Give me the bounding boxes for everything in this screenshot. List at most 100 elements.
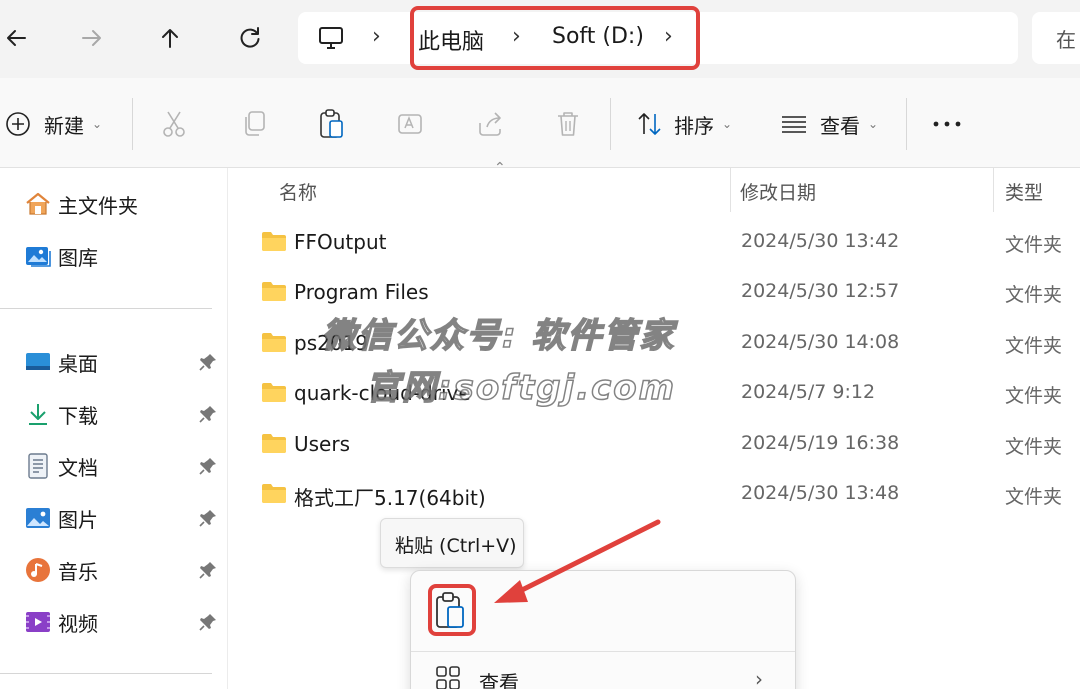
home-icon (24, 190, 52, 218)
column-header-modified[interactable]: 修改日期 (740, 178, 816, 205)
toolbar-divider (906, 98, 907, 150)
toolbar-divider (132, 98, 133, 150)
column-divider[interactable] (730, 168, 731, 212)
sort-button[interactable]: 排序 ⌄ (636, 104, 732, 144)
view-button[interactable]: 查看 ⌄ (780, 104, 878, 144)
pin-icon[interactable] (198, 404, 218, 424)
paste-tooltip: 粘贴 (Ctrl+V) (380, 518, 524, 568)
column-header-row: 名称 修改日期 类型 (229, 168, 1080, 214)
file-type: 文件夹 (1005, 385, 1063, 407)
sidebar-divider (0, 673, 212, 674)
sort-arrows-icon (636, 110, 664, 138)
table-row[interactable]: 格式工厂5.17(64bit) 2024/5/30 13:48 文件夹 (229, 470, 1080, 520)
chevron-down-icon: ⌄ (868, 117, 879, 131)
refresh-button[interactable] (228, 16, 272, 60)
sidebar-item-home[interactable]: 主文件夹 (24, 186, 224, 222)
breadcrumb-chevron-icon[interactable]: › (372, 24, 381, 49)
column-header-type[interactable]: 类型 (1005, 178, 1043, 205)
new-label: 新建 (44, 113, 84, 138)
search-placeholder: 在 (1056, 28, 1076, 52)
rename-button[interactable] (396, 104, 424, 144)
sidebar-item-label: 文档 (58, 455, 98, 480)
file-name: Program Files (294, 280, 429, 304)
chevron-down-icon: ⌄ (722, 117, 733, 131)
clipboard-icon (318, 108, 346, 140)
column-header-name[interactable]: 名称 (279, 178, 317, 205)
pin-icon[interactable] (198, 352, 218, 372)
arrow-up-icon (162, 29, 178, 48)
file-name: FFOutput (294, 230, 387, 254)
file-type: 文件夹 (1005, 284, 1063, 306)
file-modified: 2024/5/30 12:57 (741, 280, 900, 302)
context-menu-item-view[interactable]: 查看 › (411, 663, 795, 689)
watermark-line-2: 官网:softgj.com (365, 367, 677, 409)
new-button[interactable]: 新建 ⌄ (4, 104, 102, 144)
file-modified: 2024/5/19 16:38 (741, 432, 900, 454)
table-row[interactable]: Users 2024/5/19 16:38 文件夹 (229, 420, 1080, 470)
sidebar-item-label: 图库 (58, 245, 98, 270)
pictures-icon (24, 504, 52, 532)
more-options-button[interactable] (932, 104, 962, 144)
table-row[interactable]: FFOutput 2024/5/30 13:42 文件夹 (229, 218, 1080, 268)
sort-label: 排序 (674, 113, 714, 138)
sidebar-item-music[interactable]: 音乐 (24, 552, 224, 588)
sidebar-item-pictures[interactable]: 图片 (24, 500, 224, 536)
cut-button[interactable] (160, 104, 188, 144)
pin-icon[interactable] (198, 560, 218, 580)
pin-icon[interactable] (198, 612, 218, 632)
refresh-icon (240, 27, 260, 48)
file-type: 文件夹 (1005, 436, 1063, 458)
sidebar-item-downloads[interactable]: 下载 (24, 396, 224, 432)
back-button[interactable] (0, 16, 38, 60)
sidebar-item-documents[interactable]: 文档 (24, 448, 224, 484)
share-icon (476, 109, 504, 139)
arrow-right-icon (82, 30, 101, 46)
delete-button[interactable] (554, 104, 582, 144)
file-name: 格式工厂5.17(64bit) (294, 486, 486, 510)
rename-icon (396, 109, 424, 139)
column-divider[interactable] (993, 168, 994, 212)
desktop-icon (24, 348, 52, 376)
download-icon (24, 400, 52, 428)
folder-icon (262, 282, 286, 301)
copy-button[interactable] (240, 104, 268, 144)
music-icon (24, 556, 52, 584)
file-modified: 2024/5/30 14:08 (741, 331, 900, 353)
share-button[interactable] (476, 104, 504, 144)
chevron-down-icon: ⌄ (92, 117, 103, 131)
this-pc-icon (319, 27, 343, 49)
sidebar-divider (0, 308, 212, 309)
folder-icon (262, 484, 286, 503)
chevron-right-icon: › (755, 667, 763, 689)
pin-icon[interactable] (198, 456, 218, 476)
tooltip-text: 粘贴 (Ctrl+V) (395, 535, 517, 557)
sidebar-item-label: 音乐 (58, 559, 98, 584)
up-button[interactable] (148, 16, 192, 60)
folder-icon (262, 333, 286, 352)
sort-ascending-icon: ⌃ (494, 160, 506, 176)
gallery-icon (24, 242, 52, 270)
command-toolbar: 新建 ⌄ 排序 ⌄ 查看 ⌄ (0, 78, 1080, 168)
copy-icon (240, 109, 268, 139)
paste-button[interactable] (318, 104, 346, 144)
file-modified: 2024/5/7 9:12 (741, 381, 876, 403)
scissors-icon (160, 109, 188, 139)
folder-icon (262, 383, 286, 402)
file-modified: 2024/5/30 13:48 (741, 482, 900, 504)
folder-icon (262, 434, 286, 453)
paste-highlight-box (428, 584, 476, 636)
sidebar-item-gallery[interactable]: 图库 (24, 238, 224, 274)
sidebar-item-desktop[interactable]: 桌面 (24, 344, 224, 380)
view-label: 查看 (820, 113, 860, 138)
sidebar-item-label: 视频 (58, 611, 98, 636)
sidebar-item-videos[interactable]: 视频 (24, 604, 224, 640)
ellipsis-icon (932, 119, 962, 129)
document-icon (24, 452, 52, 480)
watermark-line-1: 微信公众号: 软件管家 (321, 315, 676, 357)
context-menu-item-label: 查看 (479, 671, 519, 689)
file-name: Users (294, 432, 351, 456)
pin-icon[interactable] (198, 508, 218, 528)
sidebar-item-label: 桌面 (58, 351, 98, 376)
forward-button[interactable] (70, 16, 114, 60)
file-modified: 2024/5/30 13:42 (741, 230, 900, 252)
